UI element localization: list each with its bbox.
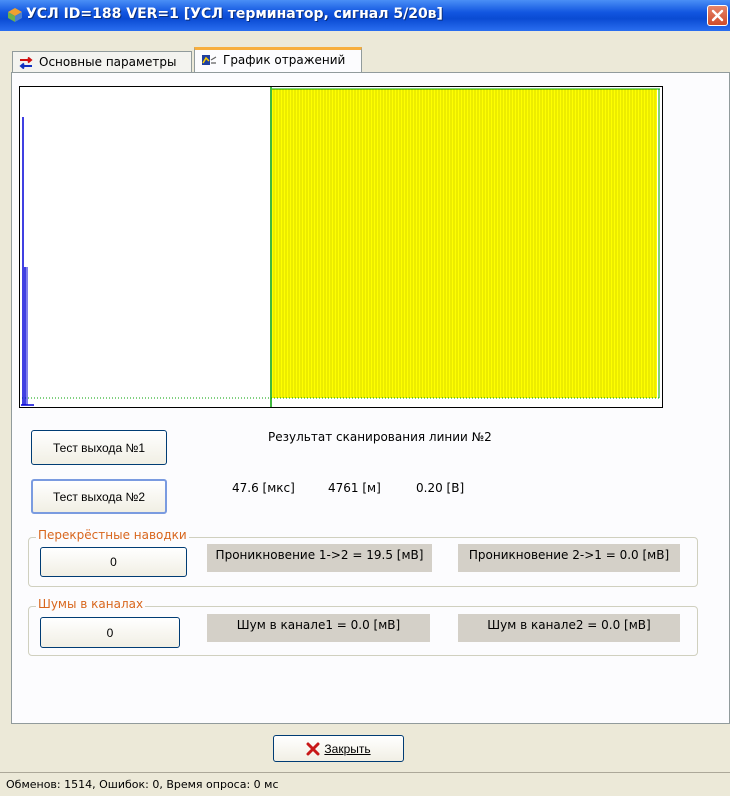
chart-icon [202,54,217,65]
close-button-label: Закрыть [324,741,371,756]
noise-channel1-value: Шум в канале1 = 0.0 [мВ] [207,614,430,642]
penetration-1-2-value: Проникновение 1->2 = 19.5 [мВ] [207,544,432,572]
close-x-icon [306,742,320,756]
reflection-chart-plot [21,87,660,407]
status-bar: Обменов: 1514, Ошибок: 0, Время опроса: … [0,772,730,796]
tab-main-parameters[interactable]: Основные параметры [12,51,192,73]
window-title: УСЛ ID=188 VER=1 [УСЛ терминатор, сигнал… [26,6,443,22]
scan-voltage-value: 0.20 [В] [416,481,465,495]
scan-distance-value: 4761 [м] [328,481,381,495]
title-bar[interactable]: УСЛ ID=188 VER=1 [УСЛ терминатор, сигнал… [0,0,730,31]
swap-arrows-icon [19,56,33,69]
noise-channel2-value: Шум в канале2 = 0.0 [мВ] [458,614,680,642]
penetration-2-1-value: Проникновение 2->1 = 0.0 [мВ] [458,544,680,572]
scan-result-title: Результат сканирования линии №2 [268,430,492,444]
crosstalk-group-title: Перекрёстные наводки [36,528,189,542]
tab-reflection-chart[interactable]: График отражений [194,47,362,73]
crosstalk-button[interactable]: 0 [40,547,187,577]
tab-label: График отражений [223,53,346,67]
scan-time-value: 47.6 [мкс] [232,481,295,495]
window-close-button[interactable] [707,5,728,26]
noise-button[interactable]: 0 [40,617,180,648]
tab-label: Основные параметры [39,55,177,69]
test-output-2-button[interactable]: Тест выхода №2 [31,479,167,514]
app-icon [8,8,22,22]
noise-group-title: Шумы в каналах [36,597,146,611]
close-button[interactable]: Закрыть [273,735,404,762]
close-icon [711,9,724,22]
filled-region [272,89,657,398]
test-output-1-button[interactable]: Тест выхода №1 [31,430,167,465]
reflection-chart [19,86,663,408]
status-text: Обменов: 1514, Ошибок: 0, Время опроса: … [6,778,279,791]
